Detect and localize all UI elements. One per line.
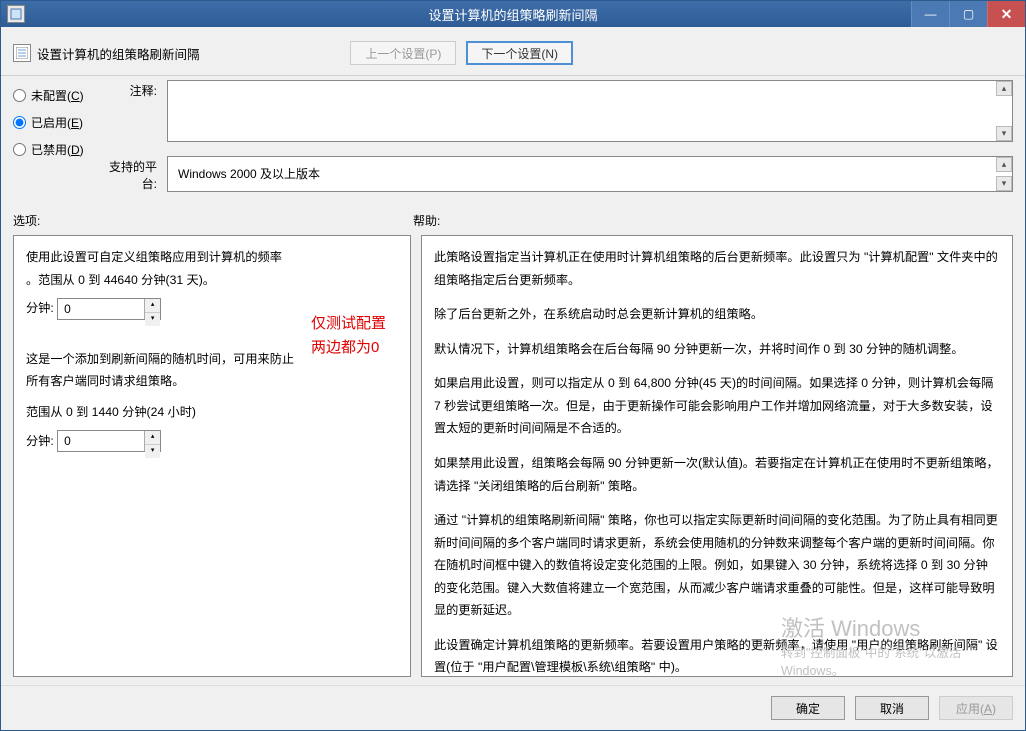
window-title: 设置计算机的组策略刷新间隔 xyxy=(428,5,597,24)
policy-icon xyxy=(13,44,31,62)
platform-label: 支持的平台: xyxy=(97,156,167,192)
maximize-button[interactable]: ▢ xyxy=(949,1,987,27)
cancel-button[interactable]: 取消 xyxy=(855,696,929,720)
help-text: 如果启用此设置，则可以指定从 0 到 64,800 分钟(45 天)的时间间隔。… xyxy=(434,372,1000,440)
scroll-down-icon[interactable]: ▾ xyxy=(996,126,1012,141)
help-text: 此设置确定计算机组策略的更新频率。若要设置用户策略的更新频率，请使用 "用户的组… xyxy=(434,634,1000,677)
minutes-spinner-2[interactable]: ▴▾ xyxy=(57,430,161,452)
help-text: 此策略设置指定当计算机正在使用时计算机组策略的后台更新频率。此设置只为 "计算机… xyxy=(434,246,1000,291)
options-text: 。范围从 0 到 44640 分钟(31 天)。 xyxy=(26,269,398,292)
radio-disabled[interactable] xyxy=(13,143,26,156)
scroll-up-icon[interactable]: ▴ xyxy=(996,81,1012,96)
spin-down-icon[interactable]: ▾ xyxy=(145,313,160,326)
scroll-up-icon[interactable]: ▴ xyxy=(996,157,1012,172)
minutes-spinner-1[interactable]: ▴▾ xyxy=(57,298,161,320)
minutes-input-2[interactable] xyxy=(58,431,144,451)
help-text: 默认情况下，计算机组策略会在后台每隔 90 分钟更新一次，并将时间作 0 到 3… xyxy=(434,338,1000,361)
radio-not-configured-label: 未配置(C) xyxy=(31,87,84,104)
section-labels: 选项: 帮助: xyxy=(1,210,1025,235)
app-icon xyxy=(7,5,25,23)
radio-not-configured[interactable] xyxy=(13,89,26,102)
panels: 使用此设置可自定义组策略应用到计算机的频率 。范围从 0 到 44640 分钟(… xyxy=(1,235,1025,685)
help-text: 如果禁用此设置，组策略会每隔 90 分钟更新一次(默认值)。若要指定在计算机正在… xyxy=(434,452,1000,497)
next-setting-button[interactable]: 下一个设置(N) xyxy=(466,41,573,65)
apply-button[interactable]: 应用(A) xyxy=(939,696,1013,720)
policy-name: 设置计算机的组策略刷新间隔 xyxy=(37,44,200,63)
options-text: 使用此设置可自定义组策略应用到计算机的频率 xyxy=(26,246,398,269)
close-button[interactable]: ✕ xyxy=(987,1,1025,27)
red-annotation: 仅测试配置 两边都为0 xyxy=(311,312,386,360)
config-area: 未配置(C) 已启用(E) 已禁用(D) 注释: ▴ ▾ 支持的平台: xyxy=(1,76,1025,210)
options-label: 选项: xyxy=(13,212,413,229)
footer: 确定 取消 应用(A) xyxy=(1,685,1025,730)
previous-setting-button[interactable]: 上一个设置(P) xyxy=(350,41,456,65)
help-label: 帮助: xyxy=(413,212,1013,229)
radio-enabled[interactable] xyxy=(13,116,26,129)
window-controls: — ▢ ✕ xyxy=(911,1,1025,27)
help-text: 通过 "计算机的组策略刷新间隔" 策略，你也可以指定实际更新时间间隔的变化范围。… xyxy=(434,509,1000,622)
help-pane: 此策略设置指定当计算机正在使用时计算机组策略的后台更新频率。此设置只为 "计算机… xyxy=(421,235,1013,677)
comment-textarea[interactable]: ▴ ▾ xyxy=(167,80,1013,142)
supported-platform-box: Windows 2000 及以上版本 ▴ ▾ xyxy=(167,156,1013,192)
minutes-input-1[interactable] xyxy=(58,299,144,319)
toolbar: 设置计算机的组策略刷新间隔 上一个设置(P) 下一个设置(N) xyxy=(1,27,1025,76)
options-text: 范围从 0 到 1440 分钟(24 小时) xyxy=(26,401,398,424)
spin-up-icon[interactable]: ▴ xyxy=(145,431,160,445)
platform-value: Windows 2000 及以上版本 xyxy=(178,167,320,181)
spin-up-icon[interactable]: ▴ xyxy=(145,299,160,313)
state-radios: 未配置(C) 已启用(E) 已禁用(D) xyxy=(13,80,97,192)
spin-down-icon[interactable]: ▾ xyxy=(145,445,160,458)
ok-button[interactable]: 确定 xyxy=(771,696,845,720)
radio-enabled-label: 已启用(E) xyxy=(31,114,83,131)
help-text: 除了后台更新之外，在系统启动时总会更新计算机的组策略。 xyxy=(434,303,1000,326)
radio-disabled-label: 已禁用(D) xyxy=(31,141,84,158)
titlebar: 设置计算机的组策略刷新间隔 — ▢ ✕ xyxy=(1,1,1025,27)
scroll-down-icon[interactable]: ▾ xyxy=(996,176,1012,191)
options-pane: 使用此设置可自定义组策略应用到计算机的频率 。范围从 0 到 44640 分钟(… xyxy=(13,235,411,677)
comment-label: 注释: xyxy=(97,80,167,142)
minutes-label: 分钟: xyxy=(26,434,54,448)
options-text: 所有客户端同时请求组策略。 xyxy=(26,370,398,393)
minutes-label: 分钟: xyxy=(26,301,54,315)
window: 设置计算机的组策略刷新间隔 — ▢ ✕ 设置计算机的组策略刷新间隔 上一个设置(… xyxy=(0,0,1026,731)
minimize-button[interactable]: — xyxy=(911,1,949,27)
